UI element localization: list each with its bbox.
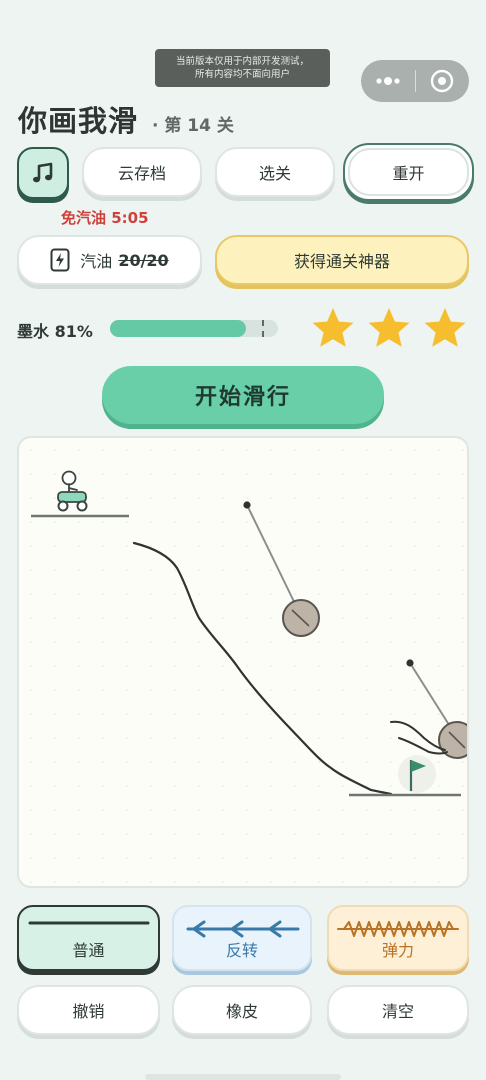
title-row: 你画我滑 · 第 14 关 [18,98,234,138]
more-menu-button[interactable] [361,60,415,102]
level-indicator: · 第 14 关 [152,116,234,136]
restart-button[interactable]: 重开 [343,143,474,201]
normal-line-icon [28,921,149,925]
music-note-icon [33,162,53,183]
level-select-button[interactable]: 选关 [215,147,335,197]
cloud-save-button[interactable]: 云存档 [82,147,202,197]
drawing-canvas[interactable] [17,436,469,888]
dev-notice-line1: 当前版本仅用于内部开发测试， [175,56,309,67]
tool-bounce[interactable]: 弹力 [327,905,469,971]
tool-normal[interactable]: 普通 [17,905,160,971]
ink-progress-fill [110,320,247,337]
get-clear-tool-button[interactable]: 获得通关神器 [215,235,469,285]
star-icon [424,308,466,347]
pendulum-pivot [406,659,414,667]
target-close-icon [431,69,454,93]
reverse-arrows-icon [186,920,300,938]
eraser-button[interactable]: 橡皮 [172,985,312,1035]
tool-bounce-label: 弹力 [381,941,414,960]
miniprogram-capsule [361,60,469,102]
star-rating [310,306,468,350]
finish-glow [398,755,436,793]
star-icon [312,308,354,347]
pendulum-pivot [243,501,251,509]
gas-value: 20/20 [118,250,169,270]
more-dots-icon [376,77,400,85]
ink-progress-bar [110,320,278,337]
undo-button[interactable]: 撤销 [17,985,160,1035]
restart-label: 重开 [348,148,469,196]
tool-normal-label: 普通 [72,941,105,960]
close-miniprogram-button[interactable] [415,60,469,102]
level-scene [19,438,467,886]
music-toggle-button[interactable] [17,147,69,199]
spring-zigzag-icon [337,921,459,937]
home-indicator [145,1074,341,1080]
gas-button[interactable]: 汽油 20/20 [17,235,202,285]
gas-label: 汽油 [80,252,113,271]
game-title: 你画我滑 [18,104,139,138]
tool-reverse-label: 反转 [225,941,258,960]
dev-notice-banner: 当前版本仅用于内部开发测试， 所有内容均不面向用户 [155,49,330,87]
star-icon [368,308,410,347]
free-gas-timer: 免汽油 5:05 [61,209,149,227]
tool-reverse[interactable]: 反转 [172,905,312,971]
fuel-bolt-icon [50,248,70,272]
start-sliding-button[interactable]: 开始滑行 [102,366,384,424]
ink-label: 墨水 81% [17,322,93,341]
ink-threshold-marker [262,320,264,337]
dev-notice-line2: 所有内容均不面向用户 [194,69,290,80]
clear-button[interactable]: 清空 [327,985,469,1035]
